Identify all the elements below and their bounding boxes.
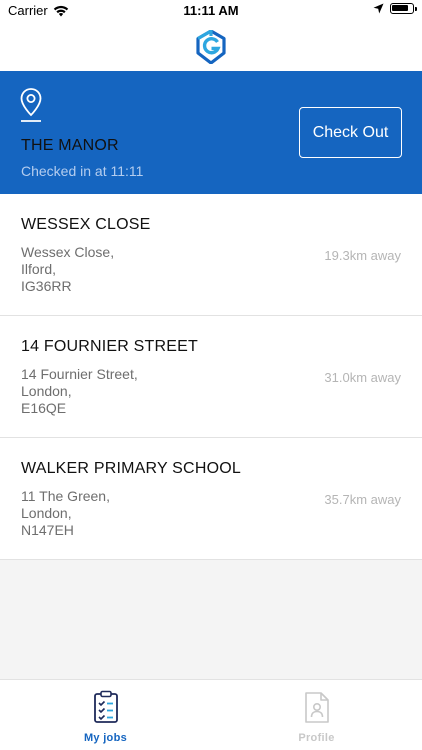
job-title: WESSEX CLOSE bbox=[21, 216, 151, 233]
address-line: 14 Fournier Street, bbox=[21, 366, 138, 382]
job-list-item[interactable]: WALKER PRIMARY SCHOOL 11 The Green, Lond… bbox=[0, 438, 422, 560]
job-title: WALKER PRIMARY SCHOOL bbox=[21, 460, 241, 477]
address-line: London, bbox=[21, 383, 72, 399]
job-address: 14 Fournier Street, London, E16QE bbox=[21, 366, 138, 417]
battery-icon bbox=[390, 3, 417, 14]
job-distance: 19.3km away bbox=[324, 248, 401, 263]
tab-label: Profile bbox=[298, 732, 335, 744]
address-line: London, bbox=[21, 505, 72, 521]
job-distance: 31.0km away bbox=[324, 370, 401, 385]
address-line: IG36RR bbox=[21, 278, 72, 294]
status-right bbox=[373, 3, 417, 14]
job-list-item[interactable]: 14 FOURNIER STREET 14 Fournier Street, L… bbox=[0, 316, 422, 438]
tab-bar: My jobs Profile bbox=[0, 679, 422, 750]
address-line: Ilford, bbox=[21, 261, 57, 277]
checked-in-time: Checked in at 11:11 bbox=[21, 163, 144, 179]
address-line: E16QE bbox=[21, 400, 67, 416]
job-title: 14 FOURNIER STREET bbox=[21, 338, 198, 355]
job-distance: 35.7km away bbox=[324, 492, 401, 507]
address-line: Wessex Close, bbox=[21, 244, 115, 260]
tab-my-jobs[interactable]: My jobs bbox=[0, 680, 211, 750]
tab-label: My jobs bbox=[83, 732, 128, 744]
job-address: Wessex Close, Ilford, IG36RR bbox=[21, 244, 114, 295]
status-time: 11:11 AM bbox=[183, 3, 239, 18]
profile-document-icon bbox=[304, 692, 329, 723]
job-list-item[interactable]: WESSEX CLOSE Wessex Close, Ilford, IG36R… bbox=[0, 194, 422, 316]
clipboard-checklist-icon bbox=[93, 690, 118, 723]
brand-logo-icon bbox=[196, 29, 226, 64]
active-job-title: THE MANOR bbox=[21, 137, 119, 154]
address-line: N147EH bbox=[21, 522, 74, 538]
check-out-button[interactable]: Check Out bbox=[299, 107, 402, 158]
status-bar: Carrier 11:11 AM bbox=[0, 0, 422, 22]
tab-profile[interactable]: Profile bbox=[211, 680, 422, 750]
job-list: WESSEX CLOSE Wessex Close, Ilford, IG36R… bbox=[0, 194, 422, 560]
nav-bar bbox=[0, 22, 422, 71]
location-pin-icon bbox=[20, 88, 42, 122]
address-line: 11 The Green, bbox=[21, 488, 110, 504]
location-arrow-icon bbox=[373, 3, 384, 14]
job-address: 11 The Green, London, N147EH bbox=[21, 488, 110, 539]
